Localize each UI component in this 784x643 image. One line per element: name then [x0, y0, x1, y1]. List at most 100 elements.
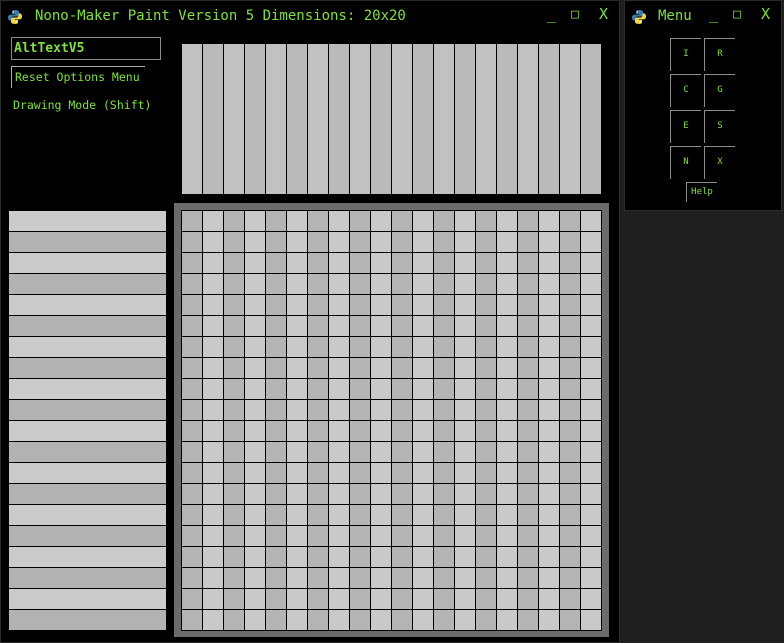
grid-cell[interactable] — [392, 316, 412, 336]
menu-maximize-button[interactable]: □ — [733, 7, 741, 22]
grid-cell[interactable] — [203, 589, 223, 609]
grid-cell[interactable] — [518, 400, 538, 420]
grid-cell[interactable] — [455, 610, 475, 630]
grid-cell[interactable] — [371, 211, 391, 231]
grid-cell[interactable] — [497, 400, 517, 420]
grid-cell[interactable] — [539, 568, 559, 588]
grid-cell[interactable] — [392, 379, 412, 399]
grid-cell[interactable] — [434, 463, 454, 483]
grid-cell[interactable] — [518, 232, 538, 252]
grid-cell[interactable] — [245, 547, 265, 567]
grid-cell[interactable] — [224, 379, 244, 399]
grid-cell[interactable] — [371, 526, 391, 546]
grid-cell[interactable] — [497, 526, 517, 546]
grid-cell[interactable] — [581, 484, 601, 504]
grid-cell[interactable] — [224, 526, 244, 546]
grid-cell[interactable] — [539, 505, 559, 525]
grid-cell[interactable] — [224, 589, 244, 609]
grid-cell[interactable] — [371, 442, 391, 462]
main-titlebar[interactable]: Nono-Maker Paint Version 5 Dimensions: 2… — [1, 1, 619, 33]
grid-cell[interactable] — [455, 526, 475, 546]
grid-cell[interactable] — [245, 295, 265, 315]
grid-cell[interactable] — [392, 400, 412, 420]
grid-cell[interactable] — [455, 400, 475, 420]
grid-cell[interactable] — [560, 211, 580, 231]
grid-cell[interactable] — [455, 442, 475, 462]
grid-cell[interactable] — [539, 547, 559, 567]
grid-cell[interactable] — [392, 421, 412, 441]
grid-cell[interactable] — [476, 505, 496, 525]
grid-cell[interactable] — [581, 442, 601, 462]
grid-cell[interactable] — [560, 610, 580, 630]
grid-cell[interactable] — [182, 547, 202, 567]
grid-cell[interactable] — [350, 589, 370, 609]
grid-cell[interactable] — [350, 274, 370, 294]
grid-cell[interactable] — [329, 484, 349, 504]
grid-cell[interactable] — [560, 358, 580, 378]
grid-cell[interactable] — [350, 442, 370, 462]
grid-cell[interactable] — [266, 358, 286, 378]
grid-cell[interactable] — [560, 526, 580, 546]
grid-cell[interactable] — [392, 442, 412, 462]
grid-cell[interactable] — [371, 463, 391, 483]
grid-cell[interactable] — [182, 316, 202, 336]
grid-cell[interactable] — [413, 505, 433, 525]
grid-cell[interactable] — [539, 295, 559, 315]
grid-cell[interactable] — [203, 232, 223, 252]
grid-cell[interactable] — [455, 232, 475, 252]
grid-cell[interactable] — [329, 295, 349, 315]
grid-cell[interactable] — [476, 568, 496, 588]
grid-cell[interactable] — [371, 232, 391, 252]
grid-cell[interactable] — [350, 232, 370, 252]
grid-cell[interactable] — [455, 379, 475, 399]
grid-cell[interactable] — [245, 505, 265, 525]
grid-cell[interactable] — [266, 442, 286, 462]
grid-cell[interactable] — [245, 484, 265, 504]
grid-cell[interactable] — [539, 316, 559, 336]
grid-cell[interactable] — [308, 316, 328, 336]
grid-cell[interactable] — [350, 400, 370, 420]
grid-cell[interactable] — [581, 274, 601, 294]
grid-cell[interactable] — [497, 442, 517, 462]
grid-cell[interactable] — [413, 232, 433, 252]
grid-cell[interactable] — [518, 568, 538, 588]
menu-close-button[interactable]: X — [761, 5, 770, 23]
grid-cell[interactable] — [434, 337, 454, 357]
grid-cell[interactable] — [434, 526, 454, 546]
grid-cell[interactable] — [287, 526, 307, 546]
drawing-mode-label[interactable]: Drawing Mode (Shift) — [13, 98, 151, 112]
grid-cell[interactable] — [266, 295, 286, 315]
grid-cell[interactable] — [518, 610, 538, 630]
grid-cell[interactable] — [434, 232, 454, 252]
grid-cell[interactable] — [560, 442, 580, 462]
grid-cell[interactable] — [329, 589, 349, 609]
grid-cell[interactable] — [497, 610, 517, 630]
grid-cell[interactable] — [224, 211, 244, 231]
grid-cell[interactable] — [413, 358, 433, 378]
grid-cell[interactable] — [203, 442, 223, 462]
grid-cell[interactable] — [434, 442, 454, 462]
grid-cell[interactable] — [392, 274, 412, 294]
grid-cell[interactable] — [413, 547, 433, 567]
grid-cell[interactable] — [182, 253, 202, 273]
grid-cell[interactable] — [350, 211, 370, 231]
menu-button-new[interactable]: N — [670, 146, 701, 179]
grid-cell[interactable] — [413, 568, 433, 588]
grid-cell[interactable] — [371, 421, 391, 441]
grid-cell[interactable] — [224, 568, 244, 588]
reset-options-menu-button[interactable]: Reset Options Menu — [11, 66, 145, 88]
grid-cell[interactable] — [518, 295, 538, 315]
grid-cell[interactable] — [392, 337, 412, 357]
grid-cell[interactable] — [497, 316, 517, 336]
grid-cell[interactable] — [518, 379, 538, 399]
grid-cell[interactable] — [287, 232, 307, 252]
grid-cell[interactable] — [329, 547, 349, 567]
grid-cell[interactable] — [413, 463, 433, 483]
grid-cell[interactable] — [392, 589, 412, 609]
grid-cell[interactable] — [413, 379, 433, 399]
grid-cell[interactable] — [266, 484, 286, 504]
grid-cell[interactable] — [560, 589, 580, 609]
grid-cell[interactable] — [476, 484, 496, 504]
grid-cell[interactable] — [581, 610, 601, 630]
grid-cell[interactable] — [476, 463, 496, 483]
